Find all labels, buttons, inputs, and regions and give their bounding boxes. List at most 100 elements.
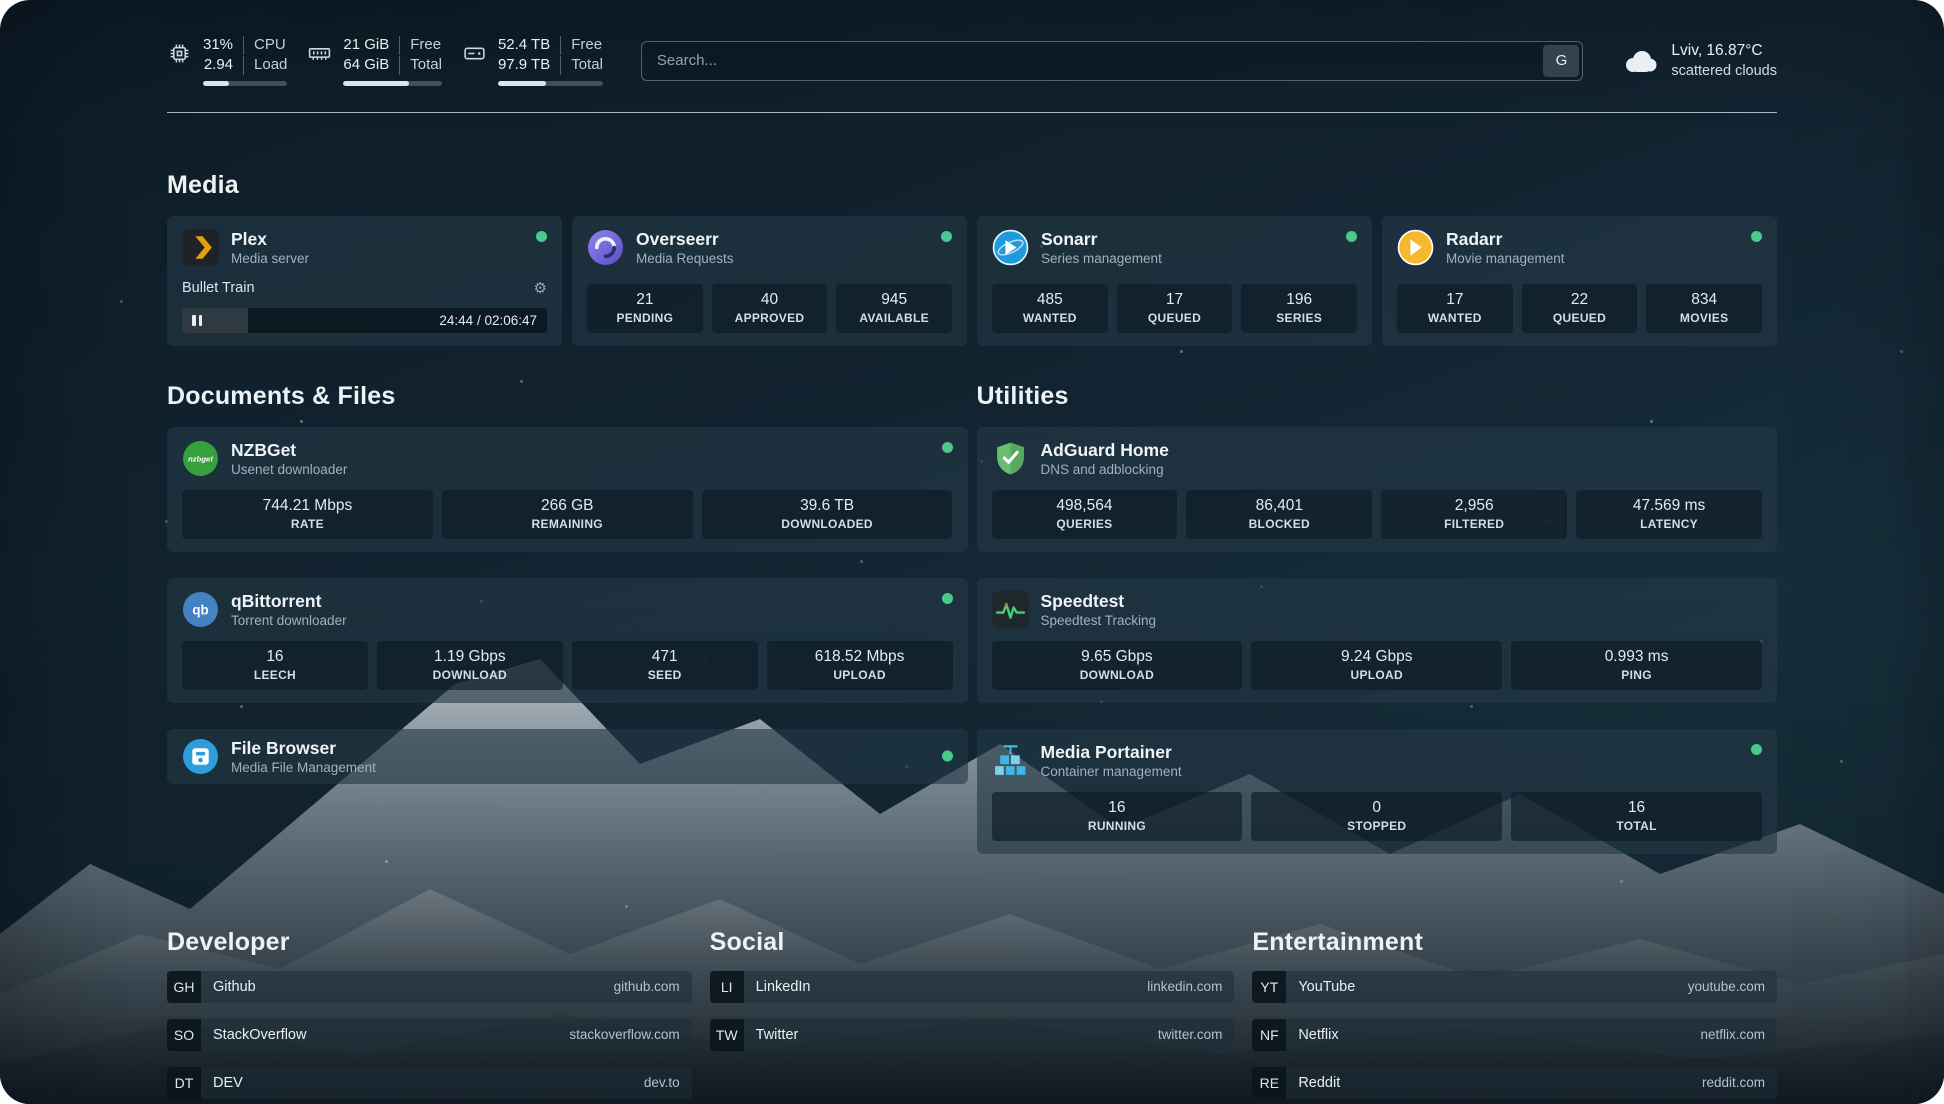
qbittorrent-icon: qb [182, 591, 219, 628]
radarr-card-header: Radarr Movie management [1397, 229, 1762, 266]
filebrowser-icon [182, 738, 219, 775]
overseerr-card-header: Overseerr Media Requests [587, 229, 952, 266]
now-playing-title: Bullet Train [182, 280, 255, 296]
service-card-speedtest[interactable]: Speedtest Speedtest Tracking 9.65 Gbps D… [977, 578, 1778, 703]
disk-free-value: 52.4 TB [498, 36, 560, 55]
weather-condition: scattered clouds [1671, 63, 1777, 79]
service-card-overseerr[interactable]: Overseerr Media Requests 21 PENDING 40 A… [572, 216, 967, 346]
stat-tile: 39.6 TB DOWNLOADED [702, 490, 953, 539]
service-description: Torrent downloader [231, 613, 347, 628]
bookmark-name: StackOverflow [213, 1027, 306, 1043]
bookmark-abbr: RE [1252, 1067, 1286, 1099]
search-engine-button[interactable]: G [1543, 45, 1579, 77]
service-card-nzbget[interactable]: nzbget NZBGet Usenet downloader 744.21 M… [167, 427, 968, 552]
status-dot [1751, 231, 1762, 242]
service-card-plex[interactable]: Plex Media server Bullet Train ⚙ 24:44 /… [167, 216, 562, 346]
stat-tile: 1.19 Gbps DOWNLOAD [377, 641, 563, 690]
playback-bar[interactable]: 24:44 / 02:06:47 [182, 308, 547, 333]
service-card-sonarr[interactable]: Sonarr Series management 485 WANTED 17 Q… [977, 216, 1372, 346]
memory-free-label: Free [399, 36, 442, 55]
stat-tile: 945 AVAILABLE [836, 284, 952, 333]
service-description: Speedtest Tracking [1041, 613, 1157, 628]
cpu-progress-fill [203, 81, 229, 86]
bookmark-abbr: TW [710, 1019, 744, 1051]
pause-icon[interactable] [192, 315, 202, 326]
bookmark-name: YouTube [1298, 979, 1355, 995]
stat-label: UPLOAD [1255, 668, 1498, 682]
service-name: File Browser [231, 738, 376, 758]
stat-value: 16 [996, 799, 1239, 817]
bookmark-netflix[interactable]: NF Netflix netflix.com [1252, 1019, 1777, 1051]
bookmark-abbr: NF [1252, 1019, 1286, 1051]
service-card-qbittorrent[interactable]: qb qBittorrent Torrent downloader 16 LEE… [167, 578, 968, 703]
stat-value: 86,401 [1190, 497, 1368, 515]
service-description: Media server [231, 251, 309, 266]
bookmark-stackoverflow[interactable]: SO StackOverflow stackoverflow.com [167, 1019, 692, 1051]
weather-text: Lviv, 16.87°C scattered clouds [1671, 42, 1777, 79]
stat-value: 1.19 Gbps [381, 648, 559, 666]
search-input[interactable] [645, 52, 1544, 69]
stat-value: 39.6 TB [706, 497, 949, 515]
service-card-radarr[interactable]: Radarr Movie management 17 WANTED 22 QUE… [1382, 216, 1777, 346]
service-name: Overseerr [636, 229, 734, 249]
bookmark-github[interactable]: GH Github github.com [167, 971, 692, 1003]
stat-value: 16 [1515, 799, 1758, 817]
now-playing-row: Bullet Train ⚙ [182, 280, 547, 296]
stat-value: 834 [1650, 291, 1758, 309]
disk-widget: 52.4 TB Free 97.9 TB Total [462, 36, 603, 86]
media-section-title: Media [167, 171, 1777, 200]
bookmark-name: LinkedIn [756, 979, 811, 995]
service-text: AdGuard Home DNS and adblocking [1041, 440, 1169, 477]
cpu-usage-value: 31% [203, 36, 243, 55]
gear-icon[interactable]: ⚙ [534, 281, 547, 296]
developer-group-title: Developer [167, 928, 692, 957]
weather-location: Lviv, 16.87°C [1671, 42, 1777, 60]
plex-card-header: Plex Media server [182, 229, 547, 266]
service-text: Media Portainer Container management [1041, 742, 1182, 779]
stat-value: 744.21 Mbps [186, 497, 429, 515]
disk-icon [462, 41, 487, 66]
utilities-section-title: Utilities [977, 382, 1778, 411]
stat-value: 40 [716, 291, 824, 309]
stat-label: QUERIES [996, 517, 1174, 531]
disk-progress-fill [498, 81, 546, 86]
stat-label: TOTAL [1515, 819, 1758, 833]
service-card-filebrowser[interactable]: File Browser Media File Management [167, 729, 968, 784]
stat-tile: 16 TOTAL [1511, 792, 1762, 841]
bookmark-twitter[interactable]: TW Twitter twitter.com [710, 1019, 1235, 1051]
documents-section-title: Documents & Files [167, 382, 968, 411]
bookmark-abbr: YT [1252, 971, 1286, 1003]
service-card-adguard[interactable]: AdGuard Home DNS and adblocking 498,564 … [977, 427, 1778, 552]
stat-tile: 744.21 Mbps RATE [182, 490, 433, 539]
bookmark-youtube[interactable]: YT YouTube youtube.com [1252, 971, 1777, 1003]
service-stats: 9.65 Gbps DOWNLOAD 9.24 Gbps UPLOAD 0.99… [992, 641, 1763, 690]
service-description: Usenet downloader [231, 462, 347, 477]
sonarr-icon [992, 229, 1029, 266]
stat-label: FILTERED [1385, 517, 1563, 531]
status-dot [536, 231, 547, 242]
bookmark-reddit[interactable]: RE Reddit reddit.com [1252, 1067, 1777, 1099]
bookmark-abbr: LI [710, 971, 744, 1003]
bookmark-name: Reddit [1298, 1075, 1340, 1091]
memory-total-value: 64 GiB [343, 56, 399, 75]
service-name: Sonarr [1041, 229, 1162, 249]
stat-value: 21 [591, 291, 699, 309]
memory-icon [307, 41, 332, 66]
bookmark-url: stackoverflow.com [569, 1027, 679, 1042]
service-stats: 16 RUNNING 0 STOPPED 16 TOTAL [992, 792, 1763, 841]
playback-time: 24:44 / 02:06:47 [439, 313, 537, 328]
service-card-portainer[interactable]: Media Portainer Container management 16 … [977, 729, 1778, 854]
bookmark-abbr: SO [167, 1019, 201, 1051]
stat-value: 17 [1121, 291, 1229, 309]
bookmark-dev[interactable]: DT DEV dev.to [167, 1067, 692, 1099]
entertainment-bookmark-list: YT YouTube youtube.com NF Netflix netfli… [1252, 971, 1777, 1099]
bookmark-linkedin[interactable]: LI LinkedIn linkedin.com [710, 971, 1235, 1003]
memory-progress-track [343, 81, 442, 86]
developer-bookmark-list: GH Github github.com SO StackOverflow st… [167, 971, 692, 1099]
bookmark-name: Netflix [1298, 1027, 1338, 1043]
bookmark-name: Github [213, 979, 256, 995]
bookmark-url: twitter.com [1158, 1027, 1223, 1042]
stat-label: WANTED [996, 311, 1104, 325]
stat-tile: 16 LEECH [182, 641, 368, 690]
bookmark-name: DEV [213, 1075, 243, 1091]
